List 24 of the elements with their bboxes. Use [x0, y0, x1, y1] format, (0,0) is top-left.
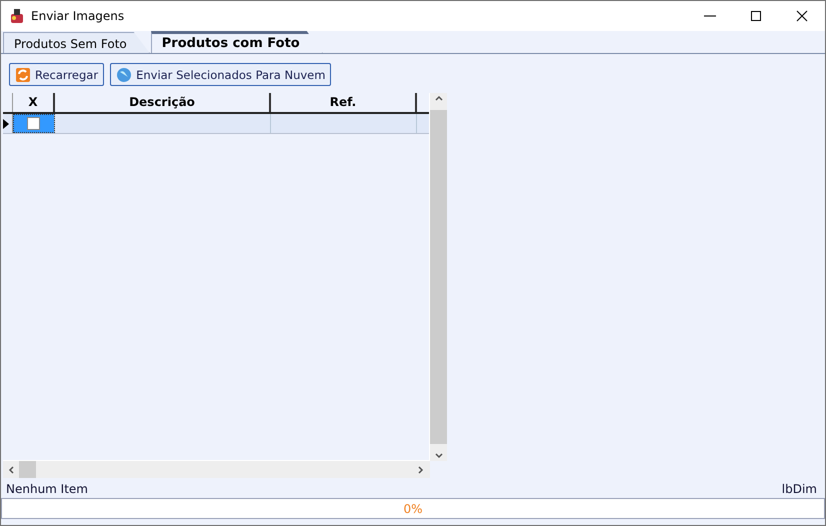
- tab[interactable]: Produtos com Foto: [150, 31, 323, 53]
- vertical-scrollbar[interactable]: [430, 93, 447, 461]
- globe-icon: [116, 66, 132, 82]
- window-title: Enviar Imagens: [31, 9, 126, 23]
- scroll-down-icon[interactable]: [434, 451, 444, 461]
- checkbox[interactable]: [27, 117, 40, 130]
- status-text: Nenhum Item: [6, 482, 88, 496]
- scroll-left-icon[interactable]: [6, 464, 16, 474]
- scroll-right-icon[interactable]: [416, 464, 426, 474]
- scroll-thumb[interactable]: [19, 461, 36, 478]
- scroll-up-icon[interactable]: [434, 93, 444, 103]
- reload-button[interactable]: Recarregar: [9, 63, 104, 86]
- close-icon[interactable]: [796, 10, 808, 22]
- status-label: lbDim: [782, 482, 817, 496]
- progress-label: 0%: [403, 502, 423, 516]
- upload-button[interactable]: Enviar Selecionados Para Nuvem: [110, 63, 332, 86]
- tab[interactable]: Produtos Sem Foto: [3, 32, 150, 53]
- column-header: X: [13, 93, 55, 112]
- horizontal-scrollbar[interactable]: [3, 461, 430, 478]
- column-header: Descrição: [55, 93, 271, 112]
- app-icon: [9, 8, 25, 24]
- reload-icon: [15, 66, 31, 82]
- maximize-icon[interactable]: [750, 10, 762, 22]
- column-header: Ref.: [271, 93, 417, 112]
